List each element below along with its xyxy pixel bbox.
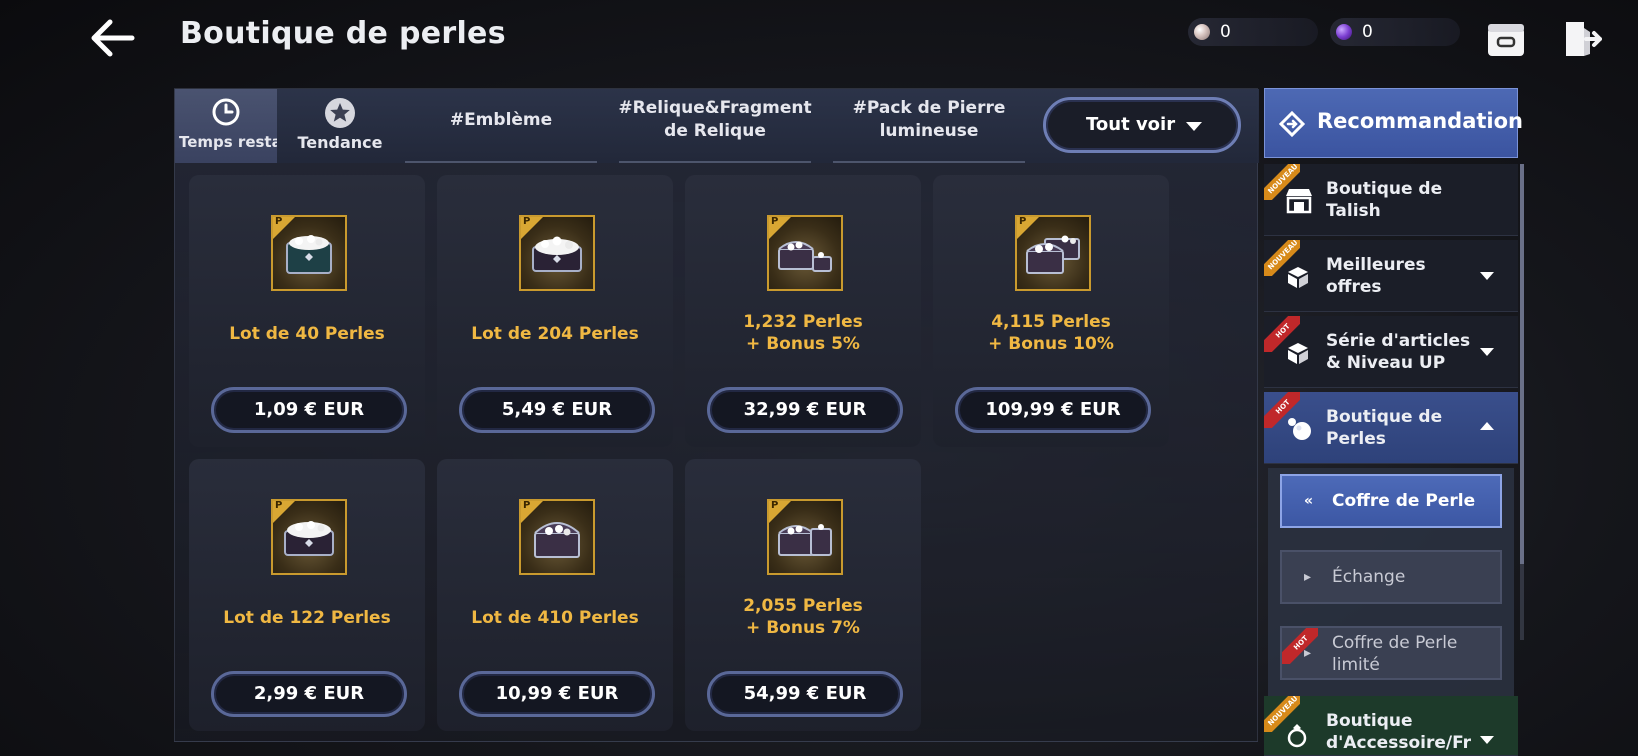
tab-relic[interactable]: #Relique&Fragment de Relique	[618, 89, 812, 163]
pearl-shop-submenu: « Coffre de Perle ▸ Échange HOT ▸ Coffre…	[1268, 468, 1514, 708]
tab-light-stone-pack[interactable]: #Pack de Pierre lumineuse	[833, 89, 1025, 163]
category-sidebar: Recommandation NOUVEAU Boutique de Talis…	[1264, 88, 1526, 756]
double-chevron-left-icon: «	[1304, 493, 1314, 509]
premium-letter: P	[523, 500, 531, 511]
premium-letter: P	[771, 500, 779, 511]
triangle-right-icon: ▸	[1304, 645, 1312, 661]
product-name: 4,115 Perles + Bonus 10%	[988, 312, 1114, 355]
submenu-pearl-chest[interactable]: « Coffre de Perle	[1280, 474, 1502, 528]
product-card[interactable]: P 4,115 Perles + Bonus 10% 109,99 € EUR	[933, 175, 1169, 447]
treasure-chests-icon: P	[767, 499, 843, 575]
recommendation-label: Recommandation	[1317, 109, 1523, 133]
back-arrow-icon[interactable]	[88, 18, 136, 58]
star-icon	[324, 97, 356, 134]
chevron-down-icon	[1480, 348, 1494, 356]
sidebar-item-label: Boutique de Talish	[1326, 179, 1443, 222]
shop-stall-icon	[1284, 186, 1314, 218]
pearl-box-icon: P	[271, 499, 347, 575]
tab-label: #Emblème	[449, 109, 553, 130]
hot-ribbon: HOT	[1282, 628, 1318, 664]
sidebar-item-series-level-up[interactable]: HOT Série d'articles & Niveau UP	[1264, 316, 1518, 388]
premium-letter: P	[1019, 216, 1027, 227]
pearl-currency: 0	[1188, 18, 1318, 46]
price-button[interactable]: 109,99 € EUR	[955, 387, 1151, 433]
sidebar-item-accessory-shop[interactable]: NOUVEAU Boutique d'Accessoire/Fr	[1264, 696, 1518, 756]
product-name: Lot de 122 Perles	[223, 608, 391, 628]
gem-count: 0	[1362, 22, 1373, 42]
submenu-label: Coffre de Perle	[1332, 491, 1476, 511]
storage-box-icon[interactable]	[1486, 20, 1526, 58]
price-button[interactable]: 5,49 € EUR	[459, 387, 655, 433]
tab-label: Tendance	[297, 133, 383, 152]
sidebar-item-talish-shop[interactable]: NOUVEAU Boutique de Talish	[1264, 164, 1518, 236]
price-button[interactable]: 54,99 € EUR	[707, 671, 903, 717]
treasure-chests-icon: P	[767, 215, 843, 291]
tab-label: #Pack de Pierre lumineuse	[852, 98, 1006, 141]
ring-icon	[1284, 722, 1310, 752]
chevron-down-icon	[1480, 272, 1494, 280]
product-name: 1,232 Perles + Bonus 5%	[743, 312, 863, 355]
sidebar-item-best-offers[interactable]: NOUVEAU Meilleures offres	[1264, 240, 1518, 312]
price-button[interactable]: 32,99 € EUR	[707, 387, 903, 433]
product-card[interactable]: P 2,055 Perles + Bonus 7% 54,99 € EUR	[685, 459, 921, 731]
triangle-right-icon: ▸	[1304, 569, 1312, 585]
sidebar-item-pearl-shop[interactable]: HOT Boutique de Perles	[1264, 392, 1518, 464]
caret-down-icon	[1186, 122, 1202, 131]
scrollbar-thumb[interactable]	[1520, 164, 1524, 564]
price-button[interactable]: 2,99 € EUR	[211, 671, 407, 717]
submenu-label: Coffre de Perle limité	[1332, 633, 1458, 676]
treasure-chests-icon: P	[1015, 215, 1091, 291]
submenu-limited-pearl-chest[interactable]: HOT ▸ Coffre de Perle limité	[1280, 626, 1502, 680]
pearls-icon	[1284, 414, 1314, 446]
shop-panel: Temps resta Tendance #Emblème #Relique&F…	[174, 88, 1259, 742]
chevron-down-icon	[1480, 736, 1494, 744]
sidebar-item-label: Série d'articles & Niveau UP	[1326, 331, 1471, 374]
premium-letter: P	[275, 500, 283, 511]
product-name: Lot de 40 Perles	[229, 324, 385, 344]
top-bar: Boutique de perles 0 0	[0, 0, 1638, 80]
sidebar-item-label: Boutique d'Accessoire/Fr	[1326, 711, 1471, 754]
clock-icon	[211, 97, 241, 132]
tab-label: Temps resta	[179, 133, 277, 151]
product-card[interactable]: P 1,232 Perles + Bonus 5% 32,99 € EUR	[685, 175, 921, 447]
chevron-up-icon	[1480, 422, 1494, 430]
tab-label: #Relique&Fragment de Relique	[618, 98, 812, 141]
sidebar-scrollbar[interactable]	[1520, 164, 1524, 640]
price-button[interactable]: 1,09 € EUR	[211, 387, 407, 433]
recommendation-button[interactable]: Recommandation	[1264, 88, 1523, 158]
pearl-box-icon: P	[271, 215, 347, 291]
gift-box-icon	[1284, 338, 1312, 370]
see-all-label: Tout voir	[1086, 114, 1176, 135]
sidebar-item-label: Boutique de Perles	[1326, 407, 1443, 450]
sidebar-item-label: Meilleures offres	[1326, 255, 1426, 298]
tab-time-remaining[interactable]: Temps resta	[175, 89, 277, 163]
gem-icon	[1336, 24, 1352, 40]
tab-emblem[interactable]: #Emblème	[405, 89, 597, 163]
product-name: Lot de 410 Perles	[471, 608, 639, 628]
product-card[interactable]: P Lot de 40 Perles 1,09 € EUR	[189, 175, 425, 447]
product-card[interactable]: P Lot de 122 Perles 2,99 € EUR	[189, 459, 425, 731]
page-title: Boutique de perles	[180, 16, 506, 51]
premium-letter: P	[523, 216, 531, 227]
see-all-dropdown[interactable]: Tout voir	[1043, 97, 1241, 153]
pearl-count: 0	[1220, 22, 1231, 42]
product-name: 2,055 Perles + Bonus 7%	[743, 596, 863, 639]
exit-door-icon[interactable]	[1562, 18, 1602, 60]
tab-bar: Temps resta Tendance #Emblème #Relique&F…	[175, 89, 1259, 163]
submenu-exchange[interactable]: ▸ Échange	[1280, 550, 1502, 604]
submenu-label: Échange	[1332, 567, 1406, 587]
product-card[interactable]: P Lot de 410 Perles 10,99 € EUR	[437, 459, 673, 731]
premium-letter: P	[275, 216, 283, 227]
pearl-icon	[1194, 24, 1210, 40]
pearl-box-icon: P	[519, 215, 595, 291]
tab-trending[interactable]: Tendance	[285, 89, 395, 163]
price-button[interactable]: 10,99 € EUR	[459, 671, 655, 717]
treasure-chest-icon: P	[519, 499, 595, 575]
gift-box-icon	[1284, 262, 1312, 294]
premium-letter: P	[771, 216, 779, 227]
diamond-arrow-icon	[1278, 110, 1306, 141]
gem-currency: 0	[1330, 18, 1460, 46]
product-card[interactable]: P Lot de 204 Perles 5,49 € EUR	[437, 175, 673, 447]
product-name: Lot de 204 Perles	[471, 324, 639, 344]
